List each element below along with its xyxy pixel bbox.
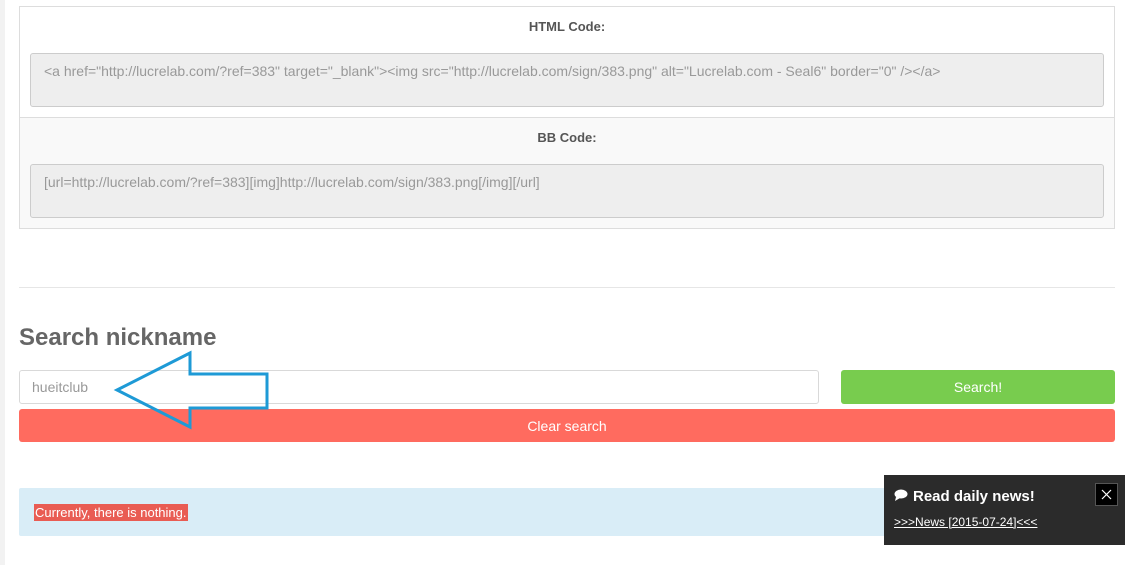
news-popup: Read daily news! >>>News [2015-07-24]<<< bbox=[884, 475, 1125, 545]
html-code-row: HTML Code: <a href="http://lucrelab.com/… bbox=[20, 7, 1114, 118]
info-message: Currently, there is nothing. bbox=[34, 504, 188, 521]
search-button[interactable]: Search! bbox=[841, 370, 1115, 404]
close-icon[interactable] bbox=[1095, 483, 1118, 506]
news-title: Read daily news! bbox=[913, 488, 1035, 505]
html-code-field[interactable]: <a href="http://lucrelab.com/?ref=383" t… bbox=[30, 53, 1104, 107]
bb-code-field[interactable]: [url=http://lucrelab.com/?ref=383][img]h… bbox=[30, 164, 1104, 218]
news-link[interactable]: >>>News [2015-07-24]<<< bbox=[894, 515, 1037, 529]
left-page-edge bbox=[0, 0, 5, 565]
comment-icon bbox=[894, 488, 908, 505]
bb-code-label: BB Code: bbox=[537, 130, 597, 145]
embed-code-table: HTML Code: <a href="http://lucrelab.com/… bbox=[19, 6, 1115, 229]
left-arrow-annotation bbox=[113, 350, 269, 430]
bb-code-row: BB Code: [url=http://lucrelab.com/?ref=3… bbox=[20, 118, 1114, 228]
html-code-label: HTML Code: bbox=[528, 19, 606, 34]
section-divider bbox=[19, 287, 1115, 288]
news-title-row: Read daily news! bbox=[894, 488, 1035, 505]
